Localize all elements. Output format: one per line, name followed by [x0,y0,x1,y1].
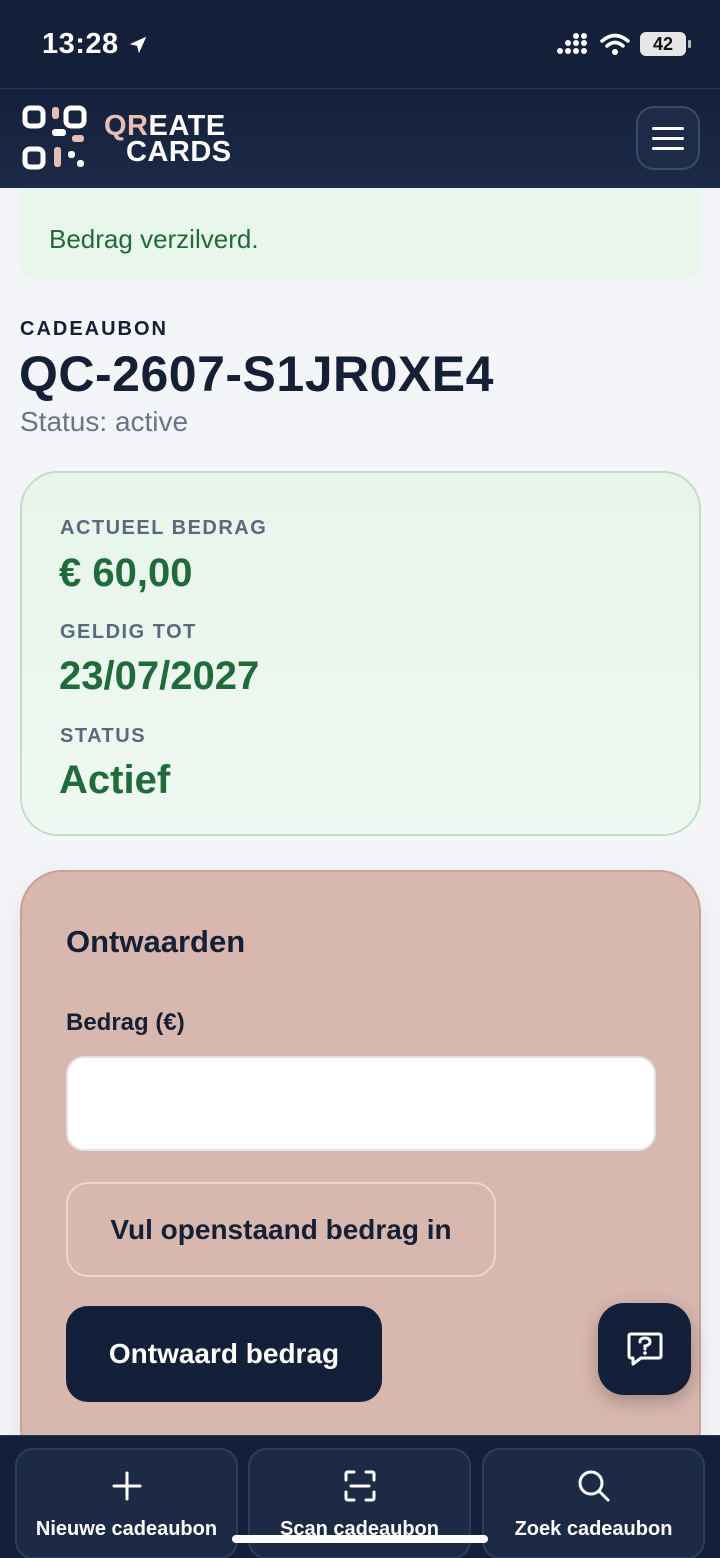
nav-new-voucher[interactable]: Nieuwe cadeaubon [15,1448,238,1558]
redeem-amount-button[interactable]: Ontwaard bedrag [66,1306,382,1402]
scan-icon [344,1470,375,1502]
amount-input[interactable] [66,1056,656,1151]
amount-label: ACTUEEL BEDRAG [60,517,268,539]
status-indicators: 42 [556,32,691,56]
nav-search-voucher-label: Zoek cadeaubon [514,1518,673,1540]
voucher-overline: CADEAUBON [20,318,168,340]
nav-new-voucher-label: Nieuwe cadeaubon [35,1518,218,1540]
fill-remaining-amount-button[interactable]: Vul openstaand bedrag in [66,1182,496,1277]
redeem-title: Ontwaarden [66,924,246,959]
amount-field-label: Bedrag (€) [66,1009,185,1036]
help-chat-icon [627,1332,662,1366]
status-label: STATUS [60,725,147,747]
amount-value: € 60,00 [59,551,193,595]
voucher-status-line: Status: active [20,406,189,437]
qr-logo-icon [22,105,87,170]
nav-search-voucher[interactable]: Zoek cadeaubon [482,1448,705,1558]
help-button[interactable] [598,1303,691,1395]
hamburger-line [652,146,684,150]
valid-until-label: GELDIG TOT [60,621,197,643]
search-icon [578,1470,609,1502]
voucher-info-card: ACTUEEL BEDRAG € 60,00 GELDIG TOT 23/07/… [20,471,701,836]
logo[interactable]: QREATE CARDS [22,105,232,173]
wifi-icon [600,33,630,55]
valid-until-value: 23/07/2027 [59,654,260,698]
battery-indicator: 42 [640,32,691,56]
logo-text: QREATE CARDS [104,112,232,168]
location-arrow-icon [129,36,146,53]
redeem-card: Ontwaarden Bedrag (€) Vul openstaand bed… [20,870,701,1470]
hamburger-line [652,136,684,140]
voucher-code: QC-2607-S1JR0XE4 [19,346,494,402]
logo-text-cards: CARDS [126,136,232,168]
plus-icon [112,1471,141,1501]
status-time-text: 13:28 [42,28,119,60]
signal-icon [557,33,587,54]
status-time: 13:28 [42,28,149,61]
app-header: QREATE CARDS [0,88,720,188]
hamburger-line [652,126,684,130]
home-indicator [232,1535,488,1543]
status-value: Actief [59,758,171,802]
hamburger-menu-button[interactable] [636,106,700,170]
success-alert: Bedrag verzilverd. [20,188,701,281]
status-bar: 13:28 42 [0,0,720,88]
